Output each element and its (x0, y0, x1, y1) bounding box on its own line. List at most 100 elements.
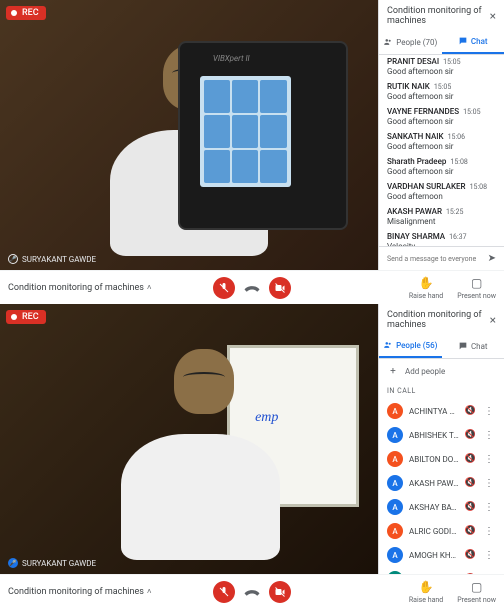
chat-time: 15:25 (446, 208, 463, 216)
tab-people[interactable]: People (56) (379, 334, 442, 358)
in-call-label: IN CALL (379, 383, 504, 399)
chat-sender: Sharath Pradeep (387, 157, 446, 166)
mic-off-icon[interactable]: 🔇 (465, 406, 476, 416)
participant-list[interactable]: AACHINTYA KAMBLI (You)🔇⋮AABHISHEK TARI🔇⋮… (379, 399, 504, 574)
mic-off-icon[interactable]: 🔇 (465, 454, 476, 464)
present-label: Present now (457, 292, 496, 300)
meeting-name-toggle[interactable]: Condition monitoring of machines ˄ (8, 587, 152, 597)
mic-off-icon[interactable]: 🔇 (465, 502, 476, 512)
chat-messages[interactable]: PRANIT DESAI15:05Good afternoon sirRUTIK… (379, 55, 504, 246)
device-shown: VIBXpert II (178, 41, 348, 230)
center-controls (213, 581, 291, 603)
panel-header: Condition monitoring of machines × (379, 0, 504, 30)
chat-message: BINAY SHARMA16:37Velocity (387, 232, 496, 246)
panel-header: Condition monitoring of machines × (379, 304, 504, 334)
chat-message: PRANIT DESAI 15:05Good afternoon sir (387, 57, 496, 76)
chat-sender: SANKATH NAIK (387, 132, 444, 141)
video-content: emp (0, 304, 378, 574)
mic-off-icon[interactable]: 🔇 (465, 526, 476, 536)
participant-row[interactable]: AACHINTYA KAMBLI (You)🔇⋮ (379, 399, 504, 423)
mic-off-icon[interactable]: 🔇 (465, 478, 476, 488)
mic-off-icon[interactable]: 🔇 (465, 430, 476, 440)
participant-row[interactable]: AALRIC GODINHO🔇⋮ (379, 519, 504, 543)
chat-panel: Condition monitoring of machines × Peopl… (378, 0, 504, 270)
tab-chat[interactable]: Chat (442, 30, 504, 54)
presenter-name: SURYAKANT GAWDE (22, 559, 96, 568)
tab-chat[interactable]: Chat (442, 334, 504, 358)
people-panel: Condition monitoring of machines × Peopl… (378, 304, 504, 574)
participant-row[interactable]: AAMOGH KHANDOLKAR🔇⋮ (379, 543, 504, 567)
hand-icon: ✋ (419, 276, 434, 290)
participant-name: ABHISHEK TARI (409, 431, 459, 440)
camera-off-button[interactable] (269, 581, 291, 603)
chat-icon (458, 341, 468, 351)
chat-message: RUTIK NAIK15:05Good afternoon sir (387, 82, 496, 101)
participant-row[interactable]: AAKSHAY BATULE🔇⋮ (379, 495, 504, 519)
panel-tabs: People (56) Chat (379, 334, 504, 359)
chat-message: AKASH PAWAR 15:25Misalignment (387, 207, 496, 226)
presenter-name: SURYAKANT GAWDE (22, 255, 96, 264)
chat-text: Good afternoon sir (387, 142, 496, 151)
participant-row[interactable]: AABILTON DOS REMEDIOS🔇⋮ (379, 447, 504, 471)
more-icon[interactable]: ⋮ (482, 454, 496, 465)
chat-text: Misalignment (387, 217, 496, 226)
panel-tabs: People (70) Chat (379, 30, 504, 55)
chat-input[interactable] (387, 255, 484, 263)
people-icon (383, 37, 393, 47)
chat-message: VARDHAN SURLAKER15:08Good afternoon (387, 182, 496, 201)
raise-hand-button[interactable]: ✋ Raise hand (409, 276, 443, 300)
mic-off-icon[interactable]: 🔇 (465, 550, 476, 560)
video-feed[interactable]: emp REC 🎤 SURYAKANT GAWDE (0, 304, 378, 574)
more-icon[interactable]: ⋮ (482, 550, 496, 561)
mic-off-icon (218, 282, 230, 294)
raise-hand-button[interactable]: ✋ Raise hand (409, 580, 443, 604)
chat-time: 15:08 (450, 158, 467, 166)
mute-mic-button[interactable] (213, 581, 235, 603)
recording-badge: REC (6, 310, 46, 324)
close-icon[interactable]: × (490, 9, 496, 23)
send-icon[interactable]: ➤ (488, 253, 496, 264)
camera-off-button[interactable] (269, 277, 291, 299)
chat-sender: AKASH PAWAR (387, 207, 442, 216)
raise-hand-label: Raise hand (409, 596, 443, 604)
avatar: A (387, 427, 403, 443)
chat-time: 15:05 (434, 83, 451, 91)
chat-sender: RUTIK NAIK (387, 82, 430, 91)
more-icon[interactable]: ⋮ (482, 502, 496, 513)
people-icon (383, 340, 393, 350)
mic-off-icon (218, 586, 230, 598)
more-icon[interactable]: ⋮ (482, 478, 496, 489)
meeting-name-toggle[interactable]: Condition monitoring of machines ˄ (8, 283, 152, 293)
chat-time: 15:05 (443, 58, 460, 66)
hangup-button[interactable] (243, 586, 261, 598)
participant-row[interactable]: CCHAITTANYA HALDANK...🔇⋮ (379, 567, 504, 574)
mic-active-icon: 🎤 (8, 558, 18, 568)
more-icon[interactable]: ⋮ (482, 406, 496, 417)
chat-icon (458, 36, 468, 46)
add-people-button[interactable]: + Add people (379, 359, 504, 383)
participant-row[interactable]: A ABHISHEK TARI 🔇 ⋮ (379, 423, 504, 447)
mic-active-icon: 🎤 (8, 254, 18, 264)
meet-window-bottom: emp REC 🎤 SURYAKANT GAWDE Condition moni… (0, 304, 504, 608)
chat-text: Good afternoon sir (387, 67, 496, 76)
hangup-button[interactable] (243, 282, 261, 294)
video-feed[interactable]: VIBXpert II REC 🎤 SURYAKANT GAWDE (0, 0, 378, 270)
present-button[interactable]: ▢ Present now (457, 276, 496, 300)
chat-sender: BINAY SHARMA (387, 232, 445, 241)
more-icon[interactable]: ⋮ (482, 526, 496, 537)
close-icon[interactable]: × (490, 313, 496, 327)
tab-people[interactable]: People (70) (379, 30, 442, 54)
chat-text: Good afternoon sir (387, 167, 496, 176)
chat-sender: PRANIT DESAI (387, 57, 439, 66)
present-button[interactable]: ▢ Present now (457, 580, 496, 604)
mute-mic-button[interactable] (213, 277, 235, 299)
chat-time: 15:05 (463, 108, 480, 116)
more-icon[interactable]: ⋮ (482, 430, 496, 441)
participant-name: ALRIC GODINHO (409, 527, 459, 536)
avatar: A (387, 403, 403, 419)
meeting-name: Condition monitoring of machines (8, 587, 144, 597)
tab-people-label: People (70) (396, 38, 437, 47)
avatar: A (387, 547, 403, 563)
participant-row[interactable]: AAKASH PAWAR🔇⋮ (379, 471, 504, 495)
phone-icon (243, 282, 261, 294)
